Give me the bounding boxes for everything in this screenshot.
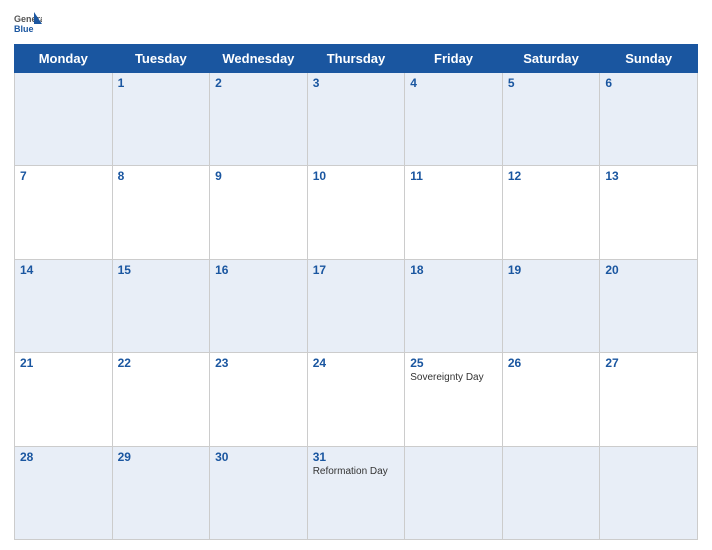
day-number: 6 (605, 76, 692, 90)
calendar-cell: 29 (112, 446, 210, 539)
calendar-cell: 2 (210, 73, 308, 166)
weekday-header-row: MondayTuesdayWednesdayThursdayFridaySatu… (15, 45, 698, 73)
day-number: 13 (605, 169, 692, 183)
day-number: 30 (215, 450, 302, 464)
weekday-header-friday: Friday (405, 45, 503, 73)
weekday-header-monday: Monday (15, 45, 113, 73)
day-number: 3 (313, 76, 400, 90)
day-number: 28 (20, 450, 107, 464)
calendar-cell: 5 (502, 73, 600, 166)
day-number: 17 (313, 263, 400, 277)
day-number: 25 (410, 356, 497, 370)
calendar-week-row: 14 15 16 17 18 19 20 (15, 259, 698, 352)
holiday-label: Sovereignty Day (410, 372, 497, 383)
logo-icon: General Blue (14, 10, 42, 38)
calendar-cell: 20 (600, 259, 698, 352)
day-number: 27 (605, 356, 692, 370)
calendar-cell: 14 (15, 259, 113, 352)
calendar-cell: 31 Reformation Day (307, 446, 405, 539)
calendar-cell: 30 (210, 446, 308, 539)
day-number: 31 (313, 450, 400, 464)
day-number: 26 (508, 356, 595, 370)
day-number: 14 (20, 263, 107, 277)
weekday-header-wednesday: Wednesday (210, 45, 308, 73)
weekday-header-tuesday: Tuesday (112, 45, 210, 73)
calendar-cell: 11 (405, 166, 503, 259)
day-number: 29 (118, 450, 205, 464)
day-number: 10 (313, 169, 400, 183)
day-number: 15 (118, 263, 205, 277)
calendar-cell: 12 (502, 166, 600, 259)
calendar-table: MondayTuesdayWednesdayThursdayFridaySatu… (14, 44, 698, 540)
day-number: 16 (215, 263, 302, 277)
calendar-cell: 23 (210, 353, 308, 446)
calendar-cell: 21 (15, 353, 113, 446)
day-number: 20 (605, 263, 692, 277)
calendar-cell (502, 446, 600, 539)
calendar-cell: 26 (502, 353, 600, 446)
calendar-cell: 16 (210, 259, 308, 352)
calendar-cell: 6 (600, 73, 698, 166)
calendar-week-row: 789 10 11 12 13 (15, 166, 698, 259)
calendar-cell: 3 (307, 73, 405, 166)
calendar-cell: 7 (15, 166, 113, 259)
day-number: 11 (410, 169, 497, 183)
logo: General Blue (14, 10, 42, 38)
calendar-cell: 25 Sovereignty Day (405, 353, 503, 446)
calendar-cell: 18 (405, 259, 503, 352)
calendar-cell: 28 (15, 446, 113, 539)
calendar-cell: 1 (112, 73, 210, 166)
holiday-label: Reformation Day (313, 466, 400, 477)
day-number: 22 (118, 356, 205, 370)
calendar-cell (600, 446, 698, 539)
calendar-cell: 4 (405, 73, 503, 166)
day-number: 24 (313, 356, 400, 370)
day-number: 8 (118, 169, 205, 183)
calendar-cell: 13 (600, 166, 698, 259)
calendar-page: General Blue MondayTuesdayWednesdayThurs… (0, 0, 712, 550)
weekday-header-sunday: Sunday (600, 45, 698, 73)
day-number: 2 (215, 76, 302, 90)
calendar-cell (405, 446, 503, 539)
weekday-header-thursday: Thursday (307, 45, 405, 73)
calendar-cell: 10 (307, 166, 405, 259)
day-number: 4 (410, 76, 497, 90)
calendar-cell: 27 (600, 353, 698, 446)
calendar-cell: 8 (112, 166, 210, 259)
svg-text:Blue: Blue (14, 24, 34, 34)
day-number: 7 (20, 169, 107, 183)
day-number: 23 (215, 356, 302, 370)
day-number: 18 (410, 263, 497, 277)
day-number: 19 (508, 263, 595, 277)
weekday-header-saturday: Saturday (502, 45, 600, 73)
calendar-week-row: 21 22 23 24 25 Sovereignty Day 26 27 (15, 353, 698, 446)
calendar-cell: 9 (210, 166, 308, 259)
day-number: 21 (20, 356, 107, 370)
calendar-cell (15, 73, 113, 166)
calendar-cell: 24 (307, 353, 405, 446)
calendar-cell: 17 (307, 259, 405, 352)
day-number: 12 (508, 169, 595, 183)
day-number: 5 (508, 76, 595, 90)
calendar-cell: 19 (502, 259, 600, 352)
day-number: 9 (215, 169, 302, 183)
calendar-cell: 15 (112, 259, 210, 352)
calendar-week-row: 28 29 30 31 Reformation Day (15, 446, 698, 539)
day-number: 1 (118, 76, 205, 90)
calendar-week-row: 123456 (15, 73, 698, 166)
calendar-header: General Blue (14, 10, 698, 38)
calendar-cell: 22 (112, 353, 210, 446)
